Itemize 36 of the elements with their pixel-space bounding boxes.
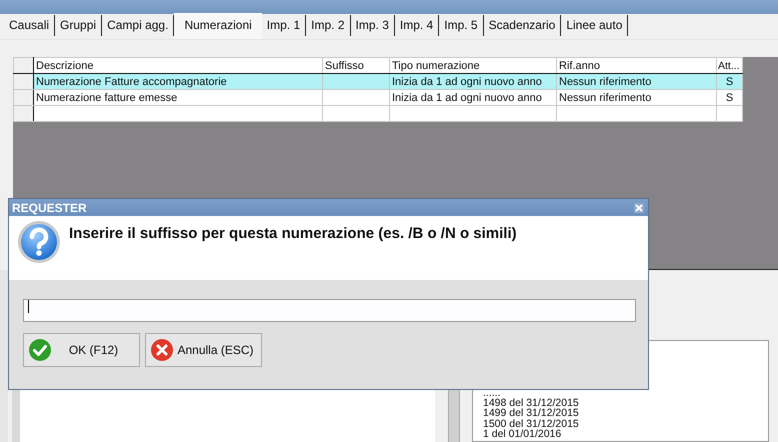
tab[interactable]: Imp. 1: [262, 15, 306, 36]
question-icon: [17, 220, 61, 264]
column-header[interactable]: Descrizione: [34, 58, 322, 74]
tab[interactable]: Imp. 2: [306, 15, 351, 36]
table-cell: Inizia da 1 ad ogni nuovo anno: [390, 74, 556, 90]
table-cell: S: [716, 90, 742, 106]
list-item[interactable]: ......: [483, 388, 768, 398]
tab[interactable]: Imp. 5: [439, 15, 484, 36]
table-cell: S: [716, 74, 742, 90]
column-header[interactable]: Tipo numerazione: [390, 58, 556, 74]
tab[interactable]: Scadenzario: [484, 15, 562, 36]
tab[interactable]: Numerazioni: [174, 13, 262, 39]
list-item[interactable]: 1499 del 31/12/2015: [483, 408, 768, 419]
tab[interactable]: Linee auto: [561, 15, 628, 36]
input-field[interactable]: [23, 299, 636, 322]
list-item[interactable]: 1 del 01/01/2016: [483, 428, 768, 439]
cancel-button[interactable]: Annulla (ESC): [145, 333, 262, 367]
cross-icon: [150, 338, 174, 362]
table-cell: Nessun riferimento: [556, 74, 716, 90]
tab[interactable]: Causali: [4, 15, 56, 36]
list-item[interactable]: 1500 del 31/12/2015: [483, 418, 768, 429]
close-icon[interactable]: [634, 202, 644, 212]
checkmark-icon: [28, 338, 52, 362]
tab[interactable]: Gruppi: [55, 15, 102, 36]
ok-button[interactable]: OK (F12): [23, 333, 140, 367]
table-cell: Inizia da 1 ad ogni nuovo anno: [390, 90, 556, 106]
table-cell: Numerazione fatture emesse: [34, 90, 322, 106]
tab[interactable]: Imp. 3: [350, 15, 395, 36]
dialog-title: REQUESTER: [12, 200, 87, 214]
column-header[interactable]: Suffisso: [322, 58, 390, 74]
table-cell: Nessun riferimento: [556, 90, 716, 106]
dialog-message: Inserire il suffisso per questa numerazione (es. /B o /N o simili): [69, 225, 517, 242]
column-header[interactable]: Rif.anno: [556, 58, 716, 74]
table-cell: Numerazione Fatture accompagnatorie: [34, 74, 322, 90]
tab[interactable]: Imp. 4: [394, 15, 440, 36]
list-item[interactable]: 1498 del 31/12/2015: [483, 398, 768, 408]
